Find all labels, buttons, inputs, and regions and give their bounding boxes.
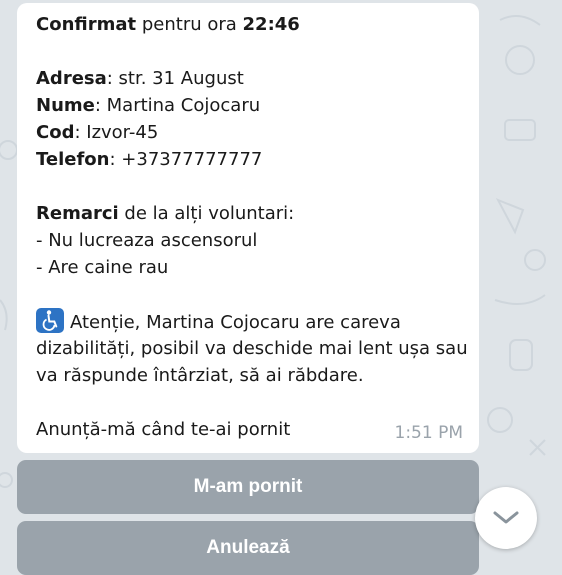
name-line: Nume: Martina Cojocaru: [36, 92, 465, 119]
remark-item: - Are caine rau: [36, 257, 169, 278]
wheelchair-icon: [36, 308, 64, 333]
started-button[interactable]: M-am pornit: [17, 460, 479, 514]
scroll-down-button[interactable]: [475, 487, 537, 549]
message-bubble: Confirmat pentru ora 22:46 Adresa: str. …: [17, 3, 479, 453]
confirm-rest: pentru ora: [136, 14, 243, 35]
remarks-label: Remarci: [36, 203, 119, 224]
attention-line: Atenție, Martina Cojocaru are careva: [36, 308, 465, 335]
name-value: : Martina Cojocaru: [94, 95, 261, 116]
phone-value[interactable]: : +37377777777: [110, 149, 263, 170]
attention-text: Atenție, Martina Cojocaru are careva: [70, 312, 401, 333]
phone-label: Telefon: [36, 149, 110, 170]
message-timestamp: 1:51 PM: [394, 423, 464, 443]
confirm-time: 22:46: [242, 14, 300, 35]
code-line: Cod: Izvor-45: [36, 119, 465, 146]
name-label: Nume: [36, 95, 95, 116]
chevron-down-icon: [493, 511, 519, 524]
code-label: Cod: [36, 122, 75, 143]
cancel-button[interactable]: Anulează: [17, 521, 479, 575]
remarks-heading: Remarci de la alți voluntari:: [36, 200, 465, 227]
code-value: : Izvor-45: [74, 122, 159, 143]
address-value: : str. 31 August: [106, 68, 244, 89]
remarks-rest: de la alți voluntari:: [118, 203, 295, 224]
remark-item: - Nu lucreaza ascensorul: [36, 230, 258, 251]
confirmation-line: Confirmat pentru ora 22:46: [36, 11, 465, 38]
phone-line: Telefon: +37377777777: [36, 146, 465, 173]
attention-text: dizabilități, posibil va deschide mai le…: [36, 338, 468, 359]
attention-text: va răspunde întârziat, să ai răbdare.: [36, 365, 364, 386]
address-label: Adresa: [36, 68, 107, 89]
address-line: Adresa: str. 31 August: [36, 65, 465, 92]
confirm-word: Confirmat: [36, 14, 137, 35]
